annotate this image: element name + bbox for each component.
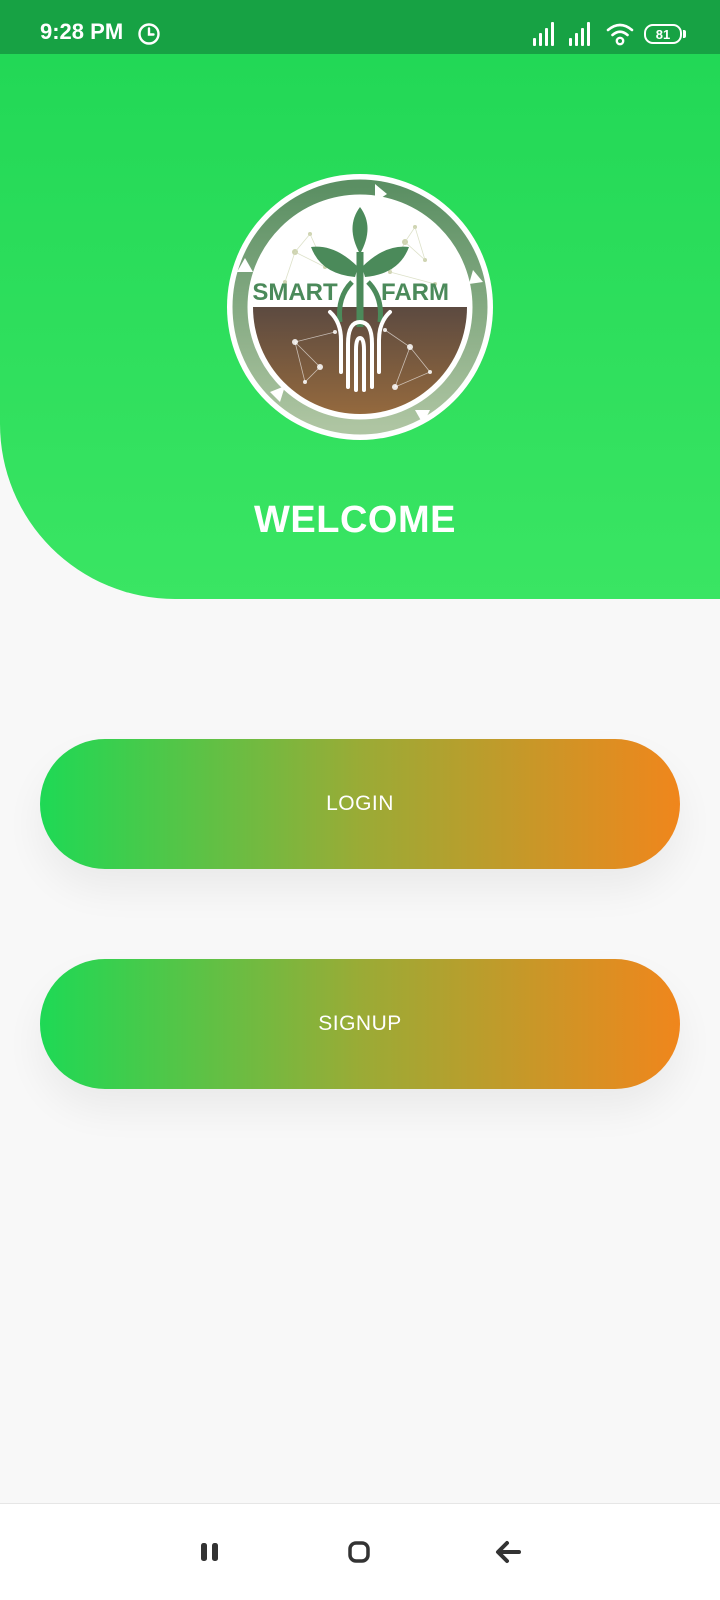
recents-button[interactable] (190, 1534, 230, 1570)
status-bar: 9:28 PM 81 (0, 0, 720, 54)
signup-button[interactable]: SIGNUP (40, 959, 680, 1089)
header-panel: SMART FARM WELCOME (0, 54, 720, 599)
back-button[interactable] (488, 1534, 528, 1570)
status-icons: 81 (522, 20, 686, 48)
recents-icon (201, 1543, 218, 1561)
battery-level: 81 (655, 26, 671, 42)
smart-farm-logo: SMART FARM (225, 172, 495, 442)
back-icon (496, 1541, 521, 1563)
home-button[interactable] (339, 1534, 379, 1570)
logo-word-farm: FARM (381, 279, 449, 306)
status-time: 9:28 PM (40, 19, 124, 44)
alarm-clock-icon (138, 23, 160, 45)
logo-graphic: SMART FARM (227, 174, 493, 440)
battery-icon: 81 (644, 24, 686, 44)
login-button[interactable]: LOGIN (40, 739, 680, 869)
welcome-screen: 9:28 PM 81 SMART FARM WELCOME LOGIN SIGN… (0, 0, 720, 1600)
wifi-icon (606, 23, 634, 46)
welcome-title: WELCOME (254, 499, 456, 541)
navigation-bar (0, 1503, 720, 1600)
signal-icon (533, 22, 554, 46)
home-icon (348, 1541, 370, 1563)
signal-icon (569, 22, 590, 46)
logo-word-smart: SMART (252, 279, 338, 306)
